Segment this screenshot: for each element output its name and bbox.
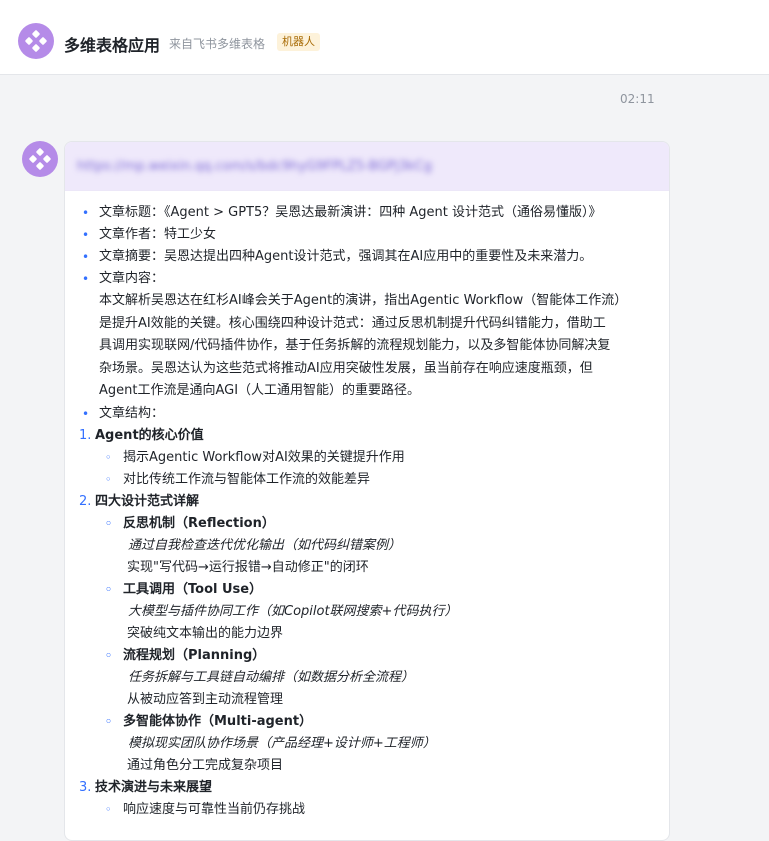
chat-title: 多维表格应用	[64, 36, 161, 55]
section-title: 四大设计范式详解	[95, 493, 200, 509]
message-timestamp: 02:11	[620, 92, 655, 106]
bullet-icon: •	[82, 250, 90, 264]
list-item: • 文章结构：	[65, 403, 669, 425]
article-summary: 文章摘要：吴恩达提出四种Agent设计范式，强调其在AI应用中的重要性及未来潜力…	[99, 249, 593, 264]
pattern-name: 流程规划（Planning）	[123, 647, 266, 663]
sub-item: ◦ 响应速度与可靠性当前仍存挑战	[65, 799, 669, 821]
list-item: • 文章作者：特工少女	[65, 224, 669, 246]
bot-badge: 机器人	[277, 33, 320, 51]
structure-label: 文章结构：	[99, 405, 165, 421]
pattern-item: ◦ 多智能体协作（Multi-agent）	[65, 711, 669, 733]
pattern-desc: 通过角色分工完成复杂项目	[127, 757, 284, 773]
article-content-label: 文章内容：	[99, 271, 165, 286]
sub-item: ◦ 对比传统工作流与智能体工作流的效能差异	[65, 469, 669, 491]
list-item: • 文章标题：《Agent > GPT5？吴恩达最新演讲：四种 Agent 设计范…	[65, 202, 669, 224]
pattern-example: 模拟现实团队协作场景（产品经理+设计师+工程师）	[128, 735, 436, 751]
list-item: • 文章内容：	[65, 268, 669, 290]
pattern-desc: 突破纯文本输出的能力边界	[127, 625, 284, 641]
article-content: 本文解析吴恩达在红杉AI峰会关于Agent的演讲，指出Agentic Workf…	[65, 290, 669, 403]
section-heading: 2. 四大设计范式详解	[65, 491, 669, 513]
sub-item-text: 响应速度与可靠性当前仍存挑战	[123, 801, 306, 817]
sender-avatar[interactable]	[22, 141, 58, 177]
circle-bullet-icon: ◦	[105, 802, 112, 816]
content-line: 具调用实现联网/代码插件协作，基于任务拆解的流程规划能力，以及多智能体协同解决复	[99, 338, 611, 353]
circle-bullet-icon: ◦	[105, 450, 112, 464]
bitable-logo-icon	[25, 30, 47, 52]
message-content: • 文章标题：《Agent > GPT5？吴恩达最新演讲：四种 Agent 设计范…	[65, 202, 669, 821]
article-title: 文章标题：《Agent > GPT5？吴恩达最新演讲：四种 Agent 设计范式…	[99, 205, 602, 220]
section-title: 技术演进与未来展望	[95, 779, 213, 795]
pattern-desc: 从被动应答到主动流程管理	[127, 691, 284, 707]
pattern-example: 大模型与插件协同工作（如Copilot联网搜索+代码执行）	[128, 603, 458, 619]
list-item: • 文章摘要：吴恩达提出四种Agent设计范式，强调其在AI应用中的重要性及未来潜…	[65, 246, 669, 268]
pattern-name: 工具调用（Tool Use）	[123, 581, 263, 597]
pattern-name: 多智能体协作（Multi-agent）	[123, 713, 313, 729]
circle-bullet-icon: ◦	[105, 516, 113, 530]
chat-header: 多维表格应用 来自飞书多维表格 机器人	[0, 0, 769, 75]
link-preview[interactable]: https://mp.weixin.qq.com/s/bdc9hyG9FPLZ5…	[65, 142, 669, 191]
section-heading: 1. Agent的核心价值	[65, 425, 669, 447]
section-heading: 3. 技术演进与未来展望	[65, 777, 669, 799]
message-card: https://mp.weixin.qq.com/s/bdc9hyG9FPLZ5…	[64, 141, 670, 841]
pattern-desc: 实现"写代码→运行报错→自动修正"的闭环	[127, 559, 369, 575]
content-line: 本文解析吴恩达在红杉AI峰会关于Agent的演讲，指出Agentic Workf…	[99, 293, 628, 308]
circle-bullet-icon: ◦	[105, 582, 113, 596]
circle-bullet-icon: ◦	[105, 648, 113, 662]
section-number: 1.	[79, 427, 92, 443]
content-line: 杂场景。吴恩达认为这些范式将推动AI应用突破性发展，虽当前存在响应速度瓶颈，但	[99, 360, 593, 376]
pattern-example: 通过自我检查迭代优化输出（如代码纠错案例）	[128, 537, 402, 553]
section-number: 2.	[79, 493, 92, 509]
sub-item-text: 对比传统工作流与智能体工作流的效能差异	[123, 471, 371, 487]
pattern-example: 任务拆解与工具链自动编排（如数据分析全流程）	[128, 669, 415, 685]
chat-subtitle: 来自飞书多维表格	[169, 37, 266, 51]
app-avatar[interactable]	[18, 23, 54, 59]
article-author: 文章作者：特工少女	[99, 227, 217, 242]
bullet-icon: •	[82, 272, 90, 286]
bullet-icon: •	[82, 406, 90, 421]
circle-bullet-icon: ◦	[105, 714, 113, 728]
pattern-name: 反思机制（Reflection）	[123, 515, 275, 531]
bullet-icon: •	[82, 206, 90, 220]
sub-item: ◦ 揭示Agentic Workflow对AI效果的关键提升作用	[65, 447, 669, 469]
section-title: Agent的核心价值	[95, 427, 204, 443]
section-number: 3.	[79, 779, 92, 795]
pattern-item: ◦ 工具调用（Tool Use）	[65, 579, 669, 601]
pattern-item: ◦ 反思机制（Reflection）	[65, 513, 669, 535]
circle-bullet-icon: ◦	[105, 472, 112, 486]
bitable-logo-icon	[29, 148, 51, 170]
pattern-item: ◦ 流程规划（Planning）	[65, 645, 669, 667]
content-line: 是提升AI效能的关键。核心围绕四种设计范式：通过反思机制提升代码纠错能力，借助工	[99, 315, 606, 331]
article-link[interactable]: https://mp.weixin.qq.com/s/bdc9hyG9FPLZ5…	[77, 159, 432, 174]
sub-item-text: 揭示Agentic Workflow对AI效果的关键提升作用	[123, 449, 405, 465]
content-line: Agent工作流是通向AGI（人工通用智能）的重要路径。	[99, 383, 421, 398]
bullet-icon: •	[82, 228, 90, 242]
